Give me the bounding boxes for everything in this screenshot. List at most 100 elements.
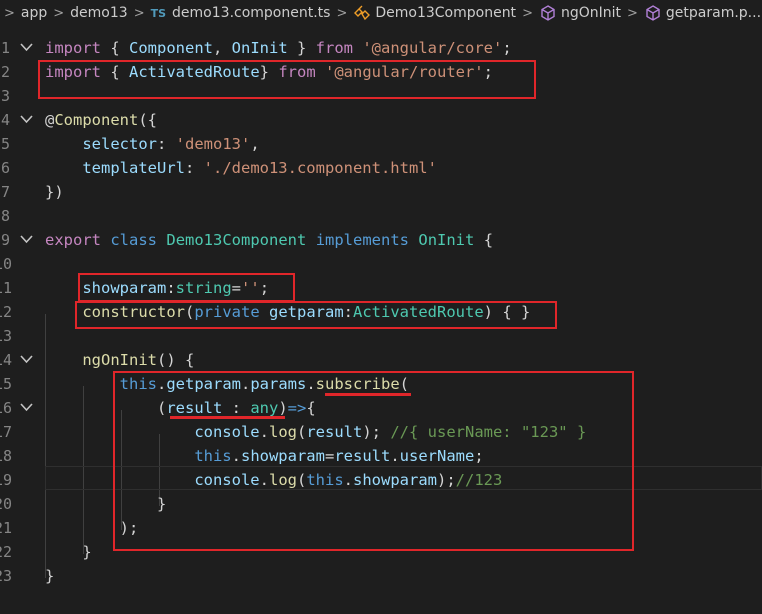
code-token: 'demo13' (175, 135, 251, 153)
code-text: templateUrl: './demo13.component.html' (45, 156, 437, 180)
code-line[interactable]: 4 @Component({ (0, 108, 762, 132)
line-number: 8 (0, 207, 10, 225)
chevron-down-icon[interactable] (20, 36, 33, 60)
code-token: } (287, 39, 316, 57)
code-text: selector: 'demo13', (45, 132, 259, 156)
code-line[interactable]: 23} (0, 564, 762, 588)
code-token: Component (54, 111, 139, 129)
breadcrumb-method-label: ngOnInit (560, 5, 622, 21)
method-symbol-icon (646, 5, 660, 21)
line-number: 5 (0, 135, 10, 153)
class-symbol-icon (354, 5, 371, 21)
code-token: implements (315, 231, 410, 249)
line-number: 16 (0, 399, 13, 417)
line-number: 4 (0, 111, 10, 129)
code-token: : (156, 135, 176, 153)
breadcrumb-file[interactable]: TS demo13.component.ts (151, 5, 331, 21)
code-token: OnInit (418, 231, 475, 249)
chevron-right-icon: > (4, 5, 15, 21)
code-line[interactable]: 6 templateUrl: './demo13.component.html' (0, 156, 762, 180)
code-line[interactable]: 14 ngOnInit() { (0, 348, 762, 372)
annotation-box-subscribe (113, 371, 634, 551)
chevron-right-icon: > (336, 5, 348, 21)
breadcrumb-property-label: getparam.p... (665, 5, 762, 21)
code-token: Component (129, 39, 213, 57)
line-number: 2 (0, 63, 10, 81)
code-token: Demo13Component (166, 231, 307, 249)
code-token: @ (45, 111, 55, 129)
code-token: ; (502, 39, 512, 57)
code-line[interactable]: 9 export class Demo13Component implements… (0, 228, 762, 252)
code-text: @Component({ (45, 108, 157, 132)
code-token: } (45, 543, 92, 561)
annotation-box-showparam (78, 273, 295, 302)
line-number: 19 (0, 471, 13, 489)
code-token: { (101, 39, 129, 57)
chevron-right-icon: > (627, 5, 638, 21)
code-token: export (45, 231, 101, 249)
code-token: templateUrl (82, 159, 185, 177)
chevron-down-icon[interactable] (20, 108, 33, 132)
code-line[interactable]: 8 (0, 204, 762, 228)
breadcrumb-property[interactable]: getparam.p... (644, 5, 761, 21)
code-token: selector (82, 135, 157, 153)
breadcrumb: > app > demo13 > TS demo13.component.ts … (0, 0, 762, 26)
code-token: from (315, 39, 353, 57)
method-symbol-icon (541, 5, 555, 21)
code-token: } (45, 567, 55, 585)
code-token: OnInit (231, 39, 288, 57)
breadcrumb-demo13[interactable]: demo13 (70, 5, 128, 21)
code-token: ({ (138, 111, 158, 129)
annotation-underline-subscribe (325, 393, 411, 396)
chevron-down-icon[interactable] (20, 348, 33, 372)
code-token: }) (45, 183, 64, 201)
line-number: 23 (0, 567, 13, 585)
code-token: import (45, 39, 101, 57)
breadcrumb-file-label: demo13.component.ts (172, 5, 331, 21)
chevron-right-icon: > (522, 5, 533, 21)
code-text: } (45, 540, 92, 564)
annotation-box-import (38, 60, 536, 99)
line-number: 6 (0, 159, 10, 177)
line-number: 20 (0, 495, 13, 513)
line-number: 9 (0, 231, 10, 249)
chevron-right-icon: > (53, 5, 65, 21)
code-token: : (184, 159, 204, 177)
code-token: '@angular/core' (362, 39, 503, 57)
code-line[interactable]: 5 selector: 'demo13', (0, 132, 762, 156)
code-line[interactable]: 7}) (0, 180, 762, 204)
line-number: 11 (0, 279, 13, 297)
code-line[interactable]: 1 import { Component, OnInit } from '@ang… (0, 36, 762, 60)
code-token: ngOnInit (82, 351, 157, 369)
code-token: () { (156, 351, 195, 369)
breadcrumb-app[interactable]: app (21, 5, 47, 21)
breadcrumb-class[interactable]: Demo13Component (353, 5, 516, 21)
code-token: { (474, 231, 494, 249)
line-number: 1 (0, 39, 10, 57)
code-text: } (45, 564, 54, 588)
chevron-down-icon[interactable] (20, 396, 33, 420)
code-token: './demo13.component.html' (203, 159, 437, 177)
line-number: 17 (0, 423, 13, 441)
code-text: export class Demo13Component implements … (45, 228, 493, 252)
code-token: class (110, 231, 158, 249)
chevron-right-icon: > (133, 5, 145, 21)
line-number: 3 (0, 87, 10, 105)
breadcrumb-method[interactable]: ngOnInit (539, 5, 621, 21)
line-number: 21 (0, 519, 13, 537)
line-number: 7 (0, 183, 10, 201)
code-text: ngOnInit() { (45, 348, 194, 372)
code-token: , (213, 39, 232, 57)
line-number: 12 (0, 303, 13, 321)
line-number: 18 (0, 447, 13, 465)
chevron-down-icon[interactable] (20, 228, 33, 252)
